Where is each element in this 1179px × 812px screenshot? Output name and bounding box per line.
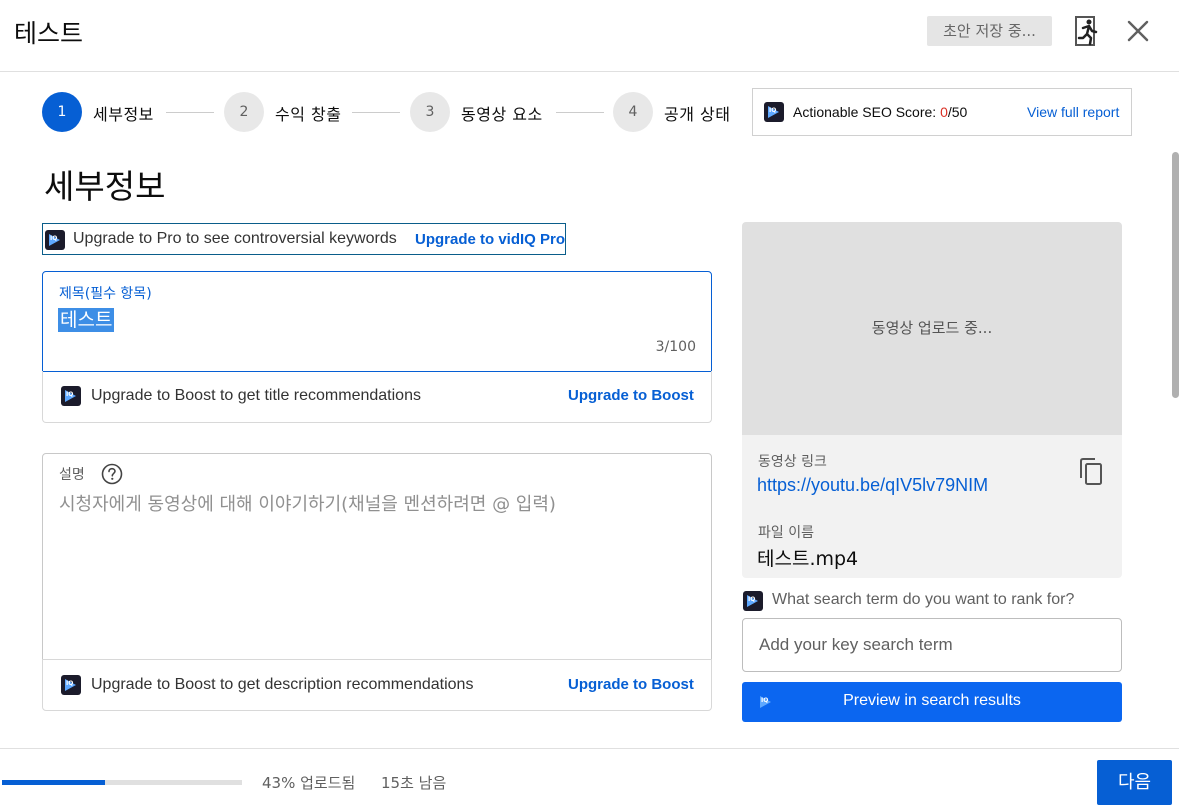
section-title: 세부정보: [44, 167, 166, 206]
draft-status-badge: 초안 저장 중...: [927, 16, 1052, 46]
vidiq-logo-icon: [743, 591, 763, 611]
step-connector: [352, 112, 400, 113]
title-boost-banner: Upgrade to Boost to get title recommenda…: [42, 371, 712, 423]
view-full-report-link[interactable]: View full report: [1027, 104, 1119, 120]
upload-status-text: 동영상 업로드 중...: [871, 319, 993, 337]
upload-progress-fill: [2, 780, 106, 785]
upload-progress-text: 43% 업로드됨: [262, 774, 356, 792]
description-boost-banner: Upgrade to Boost to get description reco…: [42, 659, 712, 711]
video-link-label: 동영상 링크: [758, 454, 827, 470]
time-remaining-text: 15초 남음: [381, 774, 447, 792]
step-2-circle[interactable]: 2: [224, 92, 264, 132]
step-3-label[interactable]: 동영상 요소: [461, 101, 543, 125]
step-4-circle[interactable]: 4: [613, 92, 653, 132]
seo-score-max: /50: [947, 104, 968, 120]
vidiq-logo-icon: [61, 675, 81, 695]
description-placeholder[interactable]: 시청자에게 동영상에 대해 이야기하기(채널을 멘션하려면 @ 입력): [59, 490, 556, 516]
dialog-title: 테스트: [14, 19, 84, 48]
title-input-value[interactable]: 테스트: [58, 308, 115, 332]
filename-value: 테스트.mp4: [757, 548, 859, 570]
title-field[interactable]: 제목(필수 항목) 테스트 3/100: [42, 271, 712, 372]
description-upgrade-boost-link[interactable]: Upgrade to Boost: [568, 676, 694, 693]
step-connector: [556, 112, 604, 113]
title-field-label: 제목(필수 항목): [59, 286, 152, 302]
preview-button-label: Preview in search results: [843, 692, 1021, 709]
next-button[interactable]: 다음: [1097, 760, 1172, 805]
title-upgrade-boost-link[interactable]: Upgrade to Boost: [568, 387, 694, 404]
help-icon[interactable]: [101, 463, 123, 485]
step-1-circle[interactable]: 1: [42, 92, 82, 132]
step-connector: [166, 112, 214, 113]
close-icon[interactable]: [1124, 17, 1152, 45]
filename-label: 파일 이름: [758, 525, 814, 541]
title-char-counter: 3/100: [655, 339, 696, 355]
vidiq-logo-icon: [764, 102, 784, 122]
vidiq-logo-icon: [61, 386, 81, 406]
search-term-question: What search term do you want to rank for…: [772, 591, 1075, 608]
step-4-label[interactable]: 공개 상태: [664, 101, 730, 125]
pro-upgrade-banner: Upgrade to Pro to see controversial keyw…: [42, 223, 566, 255]
description-boost-text: Upgrade to Boost to get description reco…: [91, 676, 474, 693]
preview-search-results-button[interactable]: Preview in search results: [742, 682, 1122, 722]
seo-score-label: Actionable SEO Score:: [793, 104, 937, 120]
dialog-header: 테스트 초안 저장 중...: [0, 0, 1179, 72]
step-1-label[interactable]: 세부정보: [93, 101, 154, 125]
copy-icon[interactable]: [1078, 457, 1104, 487]
seo-score-text: Actionable SEO Score: 0/50: [793, 104, 967, 120]
running-exit-icon[interactable]: [1074, 15, 1100, 47]
seo-score-value: 0: [940, 104, 948, 120]
step-3-circle[interactable]: 3: [410, 92, 450, 132]
upload-progress-bar: [2, 780, 242, 785]
description-label: 설명: [59, 467, 85, 483]
video-preview: 동영상 업로드 중...: [742, 222, 1122, 435]
seo-score-box: Actionable SEO Score: 0/50 View full rep…: [752, 88, 1132, 136]
pro-banner-text: Upgrade to Pro to see controversial keyw…: [73, 230, 397, 247]
upgrade-pro-link[interactable]: Upgrade to vidIQ Pro: [415, 231, 565, 248]
video-link[interactable]: https://youtu.be/qIV5lv79NIM: [757, 475, 988, 496]
description-field[interactable]: 설명 시청자에게 동영상에 대해 이야기하기(채널을 멘션하려면 @ 입력): [42, 453, 712, 660]
video-info-panel: 동영상 링크 https://youtu.be/qIV5lv79NIM 파일 이…: [742, 435, 1122, 578]
vidiq-logo-icon: [45, 230, 65, 250]
key-search-term-input[interactable]: [742, 618, 1122, 672]
title-boost-text: Upgrade to Boost to get title recommenda…: [91, 387, 421, 404]
scrollbar-thumb[interactable]: [1172, 152, 1179, 398]
step-2-label[interactable]: 수익 창출: [275, 101, 341, 125]
